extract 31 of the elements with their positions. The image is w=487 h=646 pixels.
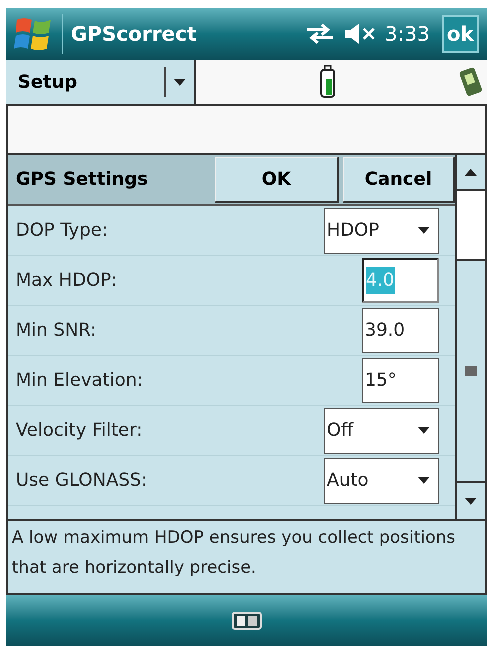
window-title: GPScorrect [71,21,198,48]
setting-label: Max HDOP: [16,269,118,293]
caret-icon[interactable] [174,78,186,86]
section-title: GPS Settings [15,168,150,192]
scroll-thumb[interactable] [465,366,477,376]
muted-speaker-icon [343,22,378,46]
connectivity-icon [305,22,336,46]
dropdown[interactable]: Off [324,408,439,454]
header-button[interactable]: OK [215,156,339,202]
caret-icon[interactable] [418,227,430,234]
down-arrow-icon[interactable] [465,498,477,504]
description-text: A low maximum HDOP ensures you collect positions that are horizontally precise. [12,527,457,580]
caret-icon[interactable] [418,477,430,484]
caret-icon[interactable] [418,427,430,434]
setting-label: Velocity Filter: [16,419,144,443]
header-button[interactable]: Cancel [343,156,455,202]
setting-label: Min Elevation: [16,369,144,393]
setting-label: Use GLONASS: [16,469,149,493]
dropdown[interactable]: Auto [324,458,439,504]
input-field[interactable]: 39.0 [362,308,439,353]
setting-label: DOP Type: [16,219,110,243]
ok-button[interactable]: ok [442,15,479,53]
setting-label: Min SNR: [16,319,98,343]
battery-icon [320,65,336,99]
keyboard-icon[interactable] [232,612,262,630]
scrollbar[interactable] [455,155,485,519]
input-field[interactable]: 15° [362,358,439,403]
dropdown[interactable]: HDOP [324,208,439,254]
menu-button[interactable]: Setup [6,60,196,104]
up-arrow-icon[interactable] [465,168,477,176]
clock-time: 3:33 [385,21,430,48]
